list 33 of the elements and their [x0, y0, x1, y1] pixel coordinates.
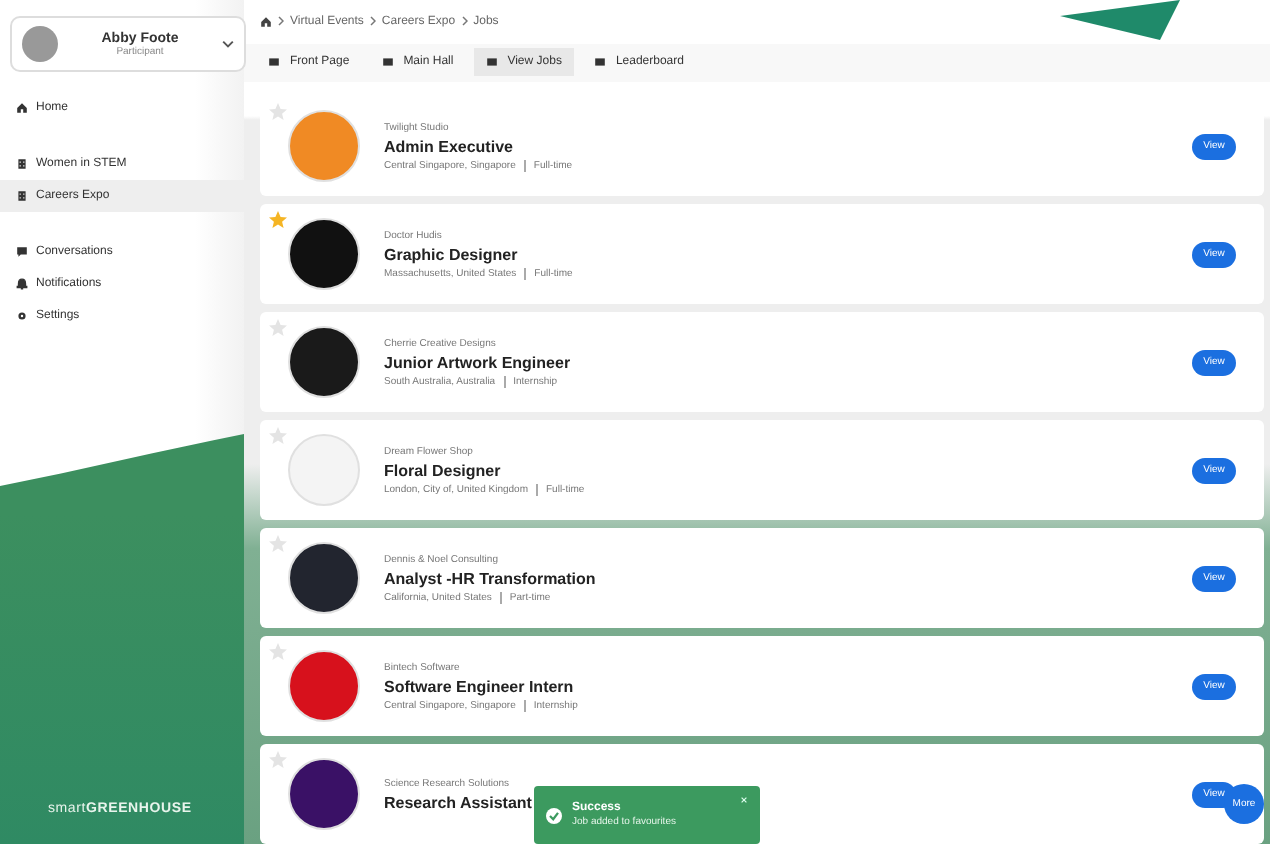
chevron-icon [278, 16, 284, 27]
star-icon[interactable] [268, 210, 288, 230]
job-title: Research Assistant [384, 793, 532, 811]
star-icon[interactable] [268, 318, 288, 338]
building-icon [16, 158, 28, 170]
job-title: Floral Designer [384, 461, 501, 479]
chevron-icon [369, 16, 376, 27]
job-title: Analyst -HR Transformation [384, 569, 596, 587]
tab-icon [593, 56, 606, 69]
caret-icon [222, 40, 234, 48]
bell-icon [16, 278, 28, 290]
job-title: Graphic Designer [384, 245, 518, 263]
tab-icon [485, 56, 498, 69]
chevron-icon [461, 16, 468, 27]
job-title: Software Engineer Intern [384, 677, 574, 695]
close-icon[interactable] [740, 796, 748, 804]
job-title: Admin Executive [384, 137, 513, 155]
home-icon [16, 102, 28, 114]
star-icon[interactable] [268, 642, 288, 662]
star-icon[interactable] [268, 534, 288, 554]
check-icon [546, 807, 562, 823]
chat-icon [16, 246, 28, 258]
home-icon[interactable] [260, 15, 272, 28]
tab-icon [381, 56, 394, 69]
settings-icon [16, 310, 28, 322]
job-title: Junior Artwork Engineer [384, 353, 571, 371]
star-icon[interactable] [268, 750, 288, 770]
corner-shape [1060, 0, 1180, 40]
star-icon[interactable] [268, 426, 288, 446]
tab-icon [268, 56, 280, 69]
avatar [22, 26, 58, 62]
star-icon[interactable] [268, 102, 288, 122]
building-icon [16, 190, 28, 202]
